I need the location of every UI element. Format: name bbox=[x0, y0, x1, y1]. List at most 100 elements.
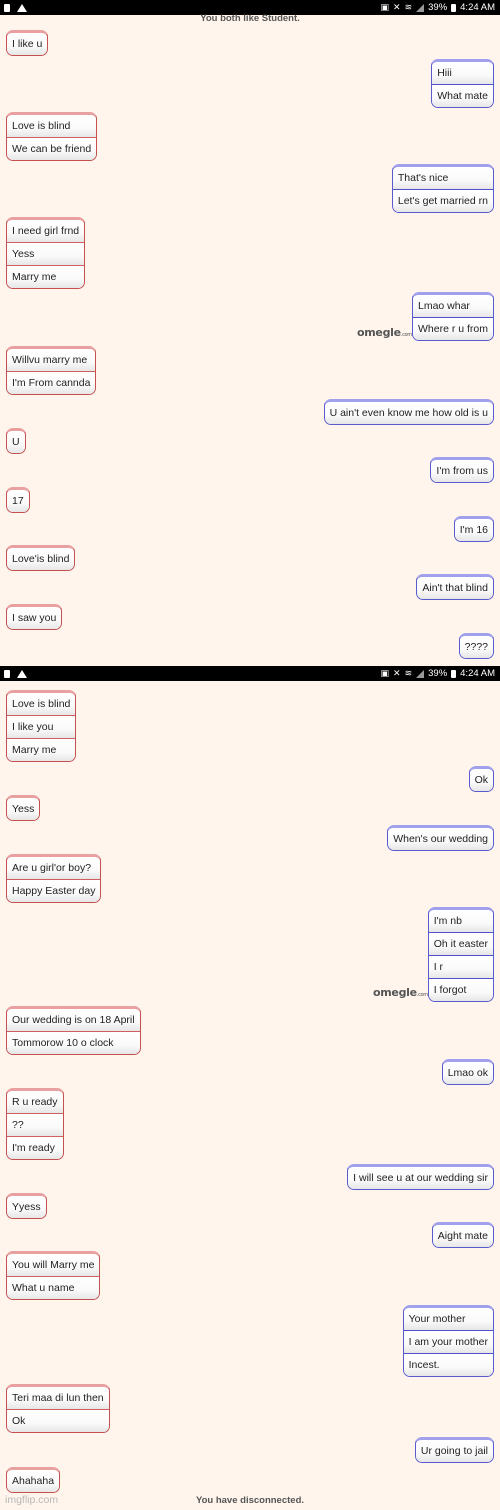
you-message-bubble: Ok bbox=[468, 766, 494, 792]
message-line: Marry me bbox=[7, 738, 76, 761]
you-message-bubble: I'm 16 bbox=[453, 516, 494, 542]
message-line: ???? bbox=[459, 636, 493, 658]
message-line: Incest. bbox=[403, 1353, 493, 1376]
stranger-message-bubble: I saw you bbox=[6, 604, 63, 630]
message-line: I'm 16 bbox=[454, 519, 493, 541]
stranger-message-bubble: I need girl frnd Yess Marry me bbox=[6, 217, 86, 289]
message-line: You will Marry me bbox=[7, 1254, 100, 1276]
stranger-message-bubble: Love is blind I like you Marry me bbox=[6, 690, 77, 762]
message-line: Let's get married rn bbox=[392, 189, 493, 212]
message-line: I'm from us bbox=[431, 460, 493, 482]
you-message-bubble: I'm nb Oh it easter I rI forgot bbox=[427, 907, 494, 1002]
stranger-message-bubble: R u ready?? I'm ready bbox=[6, 1088, 64, 1160]
stranger-message-bubble: 17 bbox=[6, 487, 30, 513]
message-line: Hiii bbox=[432, 62, 493, 84]
you-message-bubble: Lmao whar Where r u from bbox=[411, 292, 494, 341]
message-line: Marry me bbox=[7, 265, 85, 288]
battery-icon bbox=[451, 3, 457, 12]
message-line: What u name bbox=[7, 1276, 100, 1299]
you-message-bubble: Your mother I am your mother Incest. bbox=[402, 1305, 494, 1377]
message-line: That's nice bbox=[392, 167, 493, 189]
you-message-bubble: Lmao ok bbox=[441, 1059, 494, 1085]
stranger-message-bubble: I like u bbox=[6, 30, 49, 56]
signal-icon bbox=[416, 3, 425, 12]
message-line: Ok bbox=[7, 1409, 109, 1432]
message-line: Your mother bbox=[403, 1308, 493, 1330]
message-line: Lmao ok bbox=[442, 1062, 493, 1084]
message-line: I saw you bbox=[7, 607, 62, 629]
message-line: I like you bbox=[7, 715, 76, 738]
stranger-message-bubble: Love is blind We can be friend bbox=[6, 112, 98, 161]
omegle-logo-2: omegle.com bbox=[373, 986, 428, 999]
you-message-bubble: Aight mate bbox=[431, 1222, 494, 1248]
message-line: 17 bbox=[7, 490, 29, 512]
battery-percent: 39% bbox=[428, 668, 448, 679]
stranger-message-bubble: Love'is blind bbox=[6, 545, 76, 571]
stranger-message-bubble: Yyess bbox=[6, 1193, 47, 1219]
you-message-bubble: ???? bbox=[458, 633, 494, 659]
common-interest-message: You both like Student. bbox=[200, 13, 300, 24]
message-line: I will see u at our wedding sir bbox=[348, 1167, 493, 1189]
message-line: Ahahaha bbox=[7, 1470, 60, 1492]
you-message-bubble: Hiii What mate bbox=[431, 59, 494, 108]
stranger-message-bubble: Yess bbox=[6, 795, 41, 821]
signal-icon bbox=[416, 669, 425, 678]
warning-icon bbox=[17, 669, 27, 678]
message-line: U ain't even know me how old is u bbox=[324, 402, 493, 424]
document-icon bbox=[4, 3, 10, 12]
message-line: Love is blind bbox=[7, 115, 97, 137]
message-line: What mate bbox=[432, 84, 493, 107]
wifi-icon: ≋ bbox=[404, 668, 413, 678]
message-line: I r bbox=[428, 955, 493, 978]
stranger-message-bubble: Our wedding is on 18 April Tommorow 10 o … bbox=[6, 1006, 141, 1055]
message-line: I'm From cannda bbox=[7, 371, 96, 394]
message-line: I forgot bbox=[428, 978, 493, 1001]
message-line: ?? bbox=[7, 1113, 63, 1136]
message-line: U bbox=[7, 431, 25, 453]
you-message-bubble: I'm from us bbox=[430, 457, 494, 483]
message-line: Ain't that blind bbox=[417, 577, 493, 599]
message-line: I'm ready bbox=[7, 1136, 63, 1159]
message-line: Yess bbox=[7, 242, 85, 265]
you-message-bubble: When's our wedding bbox=[387, 825, 494, 851]
message-line: Teri maa di lun then bbox=[7, 1387, 109, 1409]
message-line: R u ready bbox=[7, 1091, 63, 1113]
clock: 4:24 AM bbox=[460, 668, 495, 679]
sim-icon: ▣ bbox=[380, 668, 390, 678]
message-line: Tommorow 10 o clock bbox=[7, 1031, 140, 1054]
stranger-message-bubble: Ahahaha bbox=[6, 1467, 61, 1493]
message-line: We can be friend bbox=[7, 137, 97, 160]
message-line: Our wedding is on 18 April bbox=[7, 1009, 140, 1031]
message-line: Willvu marry me bbox=[7, 349, 96, 371]
message-line: Happy Easter day bbox=[7, 879, 101, 902]
message-line: When's our wedding bbox=[388, 828, 493, 850]
message-line: Love'is blind bbox=[7, 548, 75, 570]
message-line: I am your mother bbox=[403, 1330, 493, 1353]
message-line: Yyess bbox=[7, 1196, 46, 1218]
message-line: Lmao whar bbox=[412, 295, 493, 317]
stranger-message-bubble: You will Marry me What u name bbox=[6, 1251, 101, 1300]
message-line: Aight mate bbox=[432, 1225, 493, 1247]
message-line: I need girl frnd bbox=[7, 220, 85, 242]
omegle-logo: omegle.com bbox=[357, 326, 412, 339]
stranger-message-bubble: Teri maa di lun then Ok bbox=[6, 1384, 110, 1433]
stranger-message-bubble: Are u girl'or boy? Happy Easter day bbox=[6, 854, 102, 903]
you-message-bubble: Ur going to jail bbox=[414, 1437, 494, 1463]
message-line: Oh it easter bbox=[428, 932, 493, 955]
message-line: I'm nb bbox=[428, 910, 493, 932]
you-message-bubble: U ain't even know me how old is u bbox=[323, 399, 494, 425]
stranger-message-bubble: Willvu marry me I'm From cannda bbox=[6, 346, 97, 395]
document-icon bbox=[4, 669, 10, 678]
battery-icon bbox=[451, 669, 457, 678]
message-line: Are u girl'or boy? bbox=[7, 857, 101, 879]
message-line: Love is blind bbox=[7, 693, 76, 715]
you-message-bubble: I will see u at our wedding sir bbox=[347, 1164, 494, 1190]
disconnected-message: You have disconnected. bbox=[195, 1495, 305, 1506]
message-line: Where r u from bbox=[412, 317, 493, 340]
stranger-message-bubble: U bbox=[6, 428, 26, 454]
mute-icon: ✕ bbox=[393, 668, 401, 678]
warning-icon bbox=[17, 3, 27, 12]
message-line: I like u bbox=[7, 33, 48, 55]
you-message-bubble: Ain't that blind bbox=[416, 574, 494, 600]
status-bar-2: ▣ ✕ ≋ 39% 4:24 AM bbox=[0, 666, 500, 681]
